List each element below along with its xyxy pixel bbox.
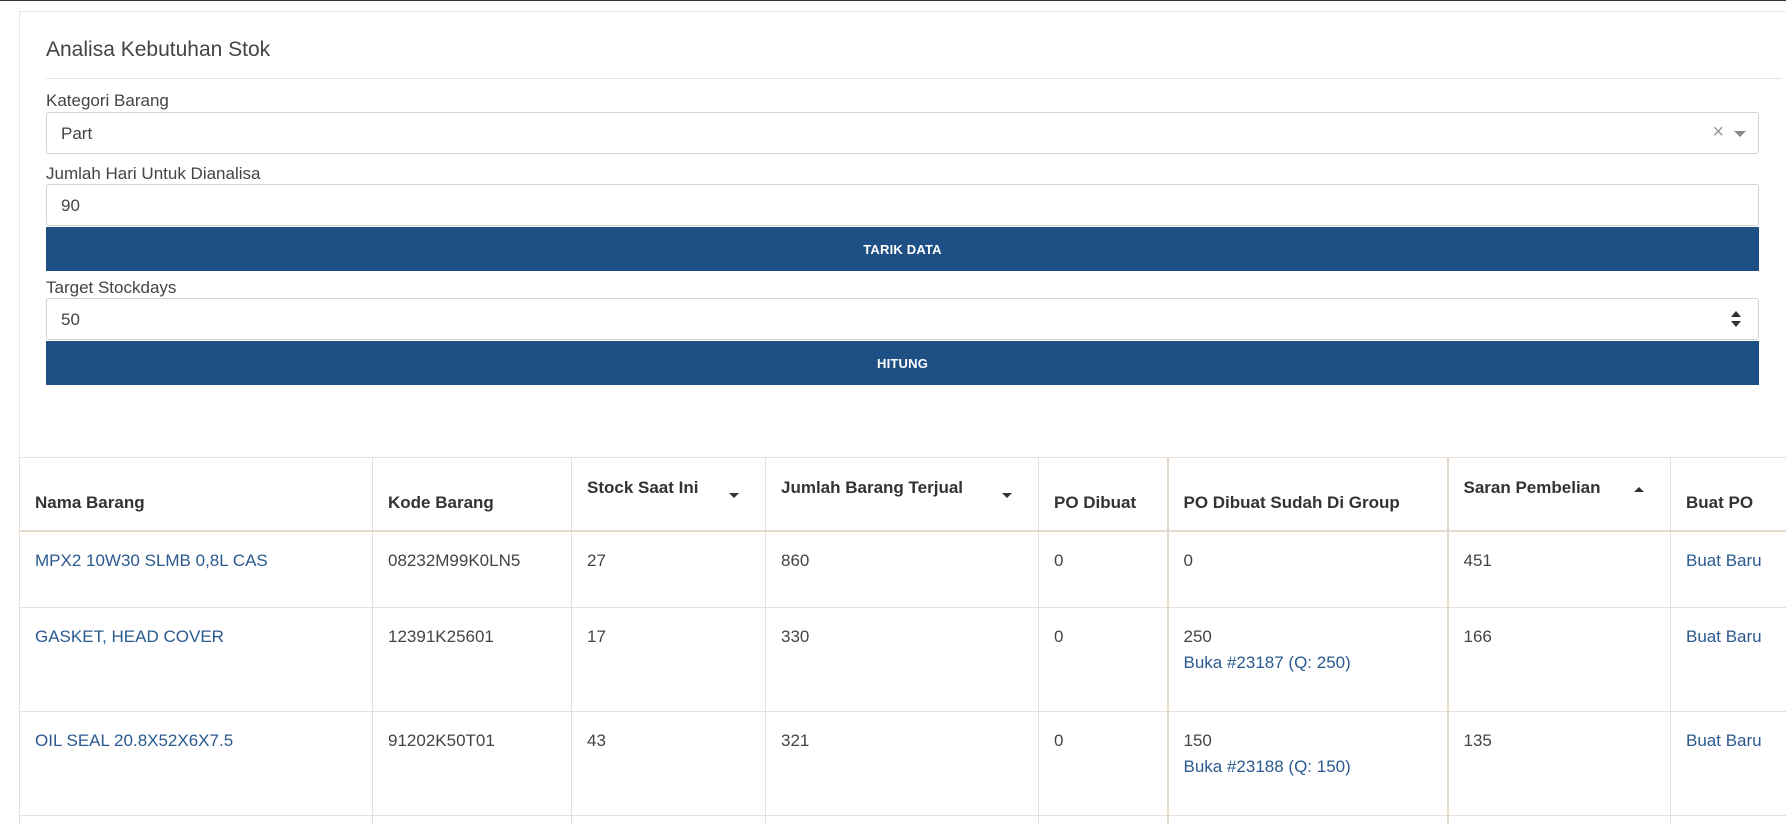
- cell-po-dibuat: 0: [1038, 530, 1168, 608]
- hari-input[interactable]: 90: [46, 184, 1759, 226]
- panel-title: Analisa Kebutuhan Stok: [46, 38, 271, 61]
- hitung-button[interactable]: HITUNG: [46, 341, 1759, 385]
- table-row: GASKET, HEAD COVER 12391K25601 17 330 0 …: [19, 607, 1786, 712]
- clear-icon[interactable]: ×: [1712, 121, 1724, 144]
- hari-label: Jumlah Hari Untuk Dianalisa: [46, 164, 261, 183]
- header-nama-barang[interactable]: Nama Barang: [19, 457, 373, 532]
- spinner-up-icon[interactable]: [1731, 311, 1741, 317]
- page: Analisa Kebutuhan Stok Kategori Barang P…: [0, 0, 1786, 824]
- stockdays-label: Target Stockdays: [46, 278, 177, 297]
- table-row: MPX2 10W30 SLMB 0,8L CAS 08232M99K0LN5 2…: [19, 530, 1786, 608]
- table-row: [19, 815, 1786, 824]
- cell-po-group: 250 Buka #23187 (Q: 250): [1166, 607, 1448, 712]
- cell-po-dibuat: 0: [1038, 711, 1168, 816]
- header-jumlah-terjual[interactable]: Jumlah Barang Terjual: [765, 457, 1039, 532]
- table-row: OIL SEAL 20.8X52X6X7.5 91202K50T01 43 32…: [19, 711, 1786, 816]
- kategori-selected-value: Part: [61, 124, 93, 143]
- cell-terjual: 860: [765, 530, 1039, 608]
- header-saran-pembelian[interactable]: Saran Pembelian: [1446, 457, 1671, 532]
- cell-saran: 166: [1446, 607, 1671, 712]
- sort-desc-icon[interactable]: [729, 493, 739, 498]
- item-name-link[interactable]: OIL SEAL 20.8X52X6X7.5: [35, 712, 357, 751]
- top-border: [0, 0, 1786, 1]
- cell-nama: GASKET, HEAD COVER: [19, 607, 373, 712]
- cell-terjual: 321: [765, 711, 1039, 816]
- hari-input-value: 90: [61, 196, 80, 215]
- buka-po-link[interactable]: Buka #23188 (Q: 150): [1184, 751, 1432, 777]
- cell-stock: 43: [571, 711, 766, 816]
- buat-baru-link[interactable]: Buat Baru: [1686, 712, 1786, 751]
- cell-stock: 27: [571, 530, 766, 608]
- header-buat-po[interactable]: Buat PO: [1670, 457, 1786, 532]
- cell-kode: 12391K25601: [372, 607, 572, 712]
- header-po-group[interactable]: PO Dibuat Sudah Di Group: [1166, 457, 1448, 532]
- buat-baru-link[interactable]: Buat Baru: [1686, 608, 1786, 647]
- number-spinner-icon[interactable]: [1730, 310, 1742, 330]
- stock-table-container: Nama Barang Kode Barang Stock Saat Ini J…: [19, 457, 1786, 824]
- sort-asc-icon[interactable]: [1634, 487, 1644, 492]
- stock-table: Nama Barang Kode Barang Stock Saat Ini J…: [19, 457, 1786, 824]
- cell-kode: 08232M99K0LN5: [372, 530, 572, 608]
- cell-buat-po: Buat Baru: [1670, 711, 1786, 816]
- analysis-panel: Analisa Kebutuhan Stok Kategori Barang P…: [19, 11, 1786, 459]
- panel-divider: [46, 78, 1782, 79]
- stockdays-input-value: 50: [61, 310, 80, 329]
- item-name-link[interactable]: MPX2 10W30 SLMB 0,8L CAS: [35, 532, 357, 571]
- kategori-label: Kategori Barang: [46, 91, 169, 110]
- chevron-down-icon[interactable]: [1734, 131, 1746, 137]
- header-stock-saat-ini[interactable]: Stock Saat Ini: [571, 457, 766, 532]
- stockdays-input[interactable]: 50: [46, 298, 1759, 340]
- tarik-data-button[interactable]: TARIK DATA: [46, 227, 1759, 271]
- buat-baru-link[interactable]: Buat Baru: [1686, 532, 1786, 571]
- header-po-dibuat[interactable]: PO Dibuat: [1038, 457, 1168, 532]
- sort-desc-icon[interactable]: [1002, 493, 1012, 498]
- cell-po-dibuat: 0: [1038, 607, 1168, 712]
- cell-buat-po: Buat Baru: [1670, 607, 1786, 712]
- header-kode-barang[interactable]: Kode Barang: [372, 457, 572, 532]
- cell-saran: 451: [1446, 530, 1671, 608]
- cell-po-group: 150 Buka #23188 (Q: 150): [1166, 711, 1448, 816]
- cell-stock: 17: [571, 607, 766, 712]
- cell-po-group: 0: [1166, 530, 1448, 608]
- kategori-select[interactable]: Part ×: [46, 112, 1759, 154]
- cell-terjual: 330: [765, 607, 1039, 712]
- buka-po-link[interactable]: Buka #23187 (Q: 250): [1184, 647, 1432, 673]
- spinner-down-icon[interactable]: [1731, 321, 1741, 327]
- item-name-link[interactable]: GASKET, HEAD COVER: [35, 608, 357, 647]
- cell-buat-po: Buat Baru: [1670, 530, 1786, 608]
- cell-nama: OIL SEAL 20.8X52X6X7.5: [19, 711, 373, 816]
- table-header-row: Nama Barang Kode Barang Stock Saat Ini J…: [19, 457, 1786, 532]
- cell-nama: MPX2 10W30 SLMB 0,8L CAS: [19, 530, 373, 608]
- cell-saran: 135: [1446, 711, 1671, 816]
- cell-kode: 91202K50T01: [372, 711, 572, 816]
